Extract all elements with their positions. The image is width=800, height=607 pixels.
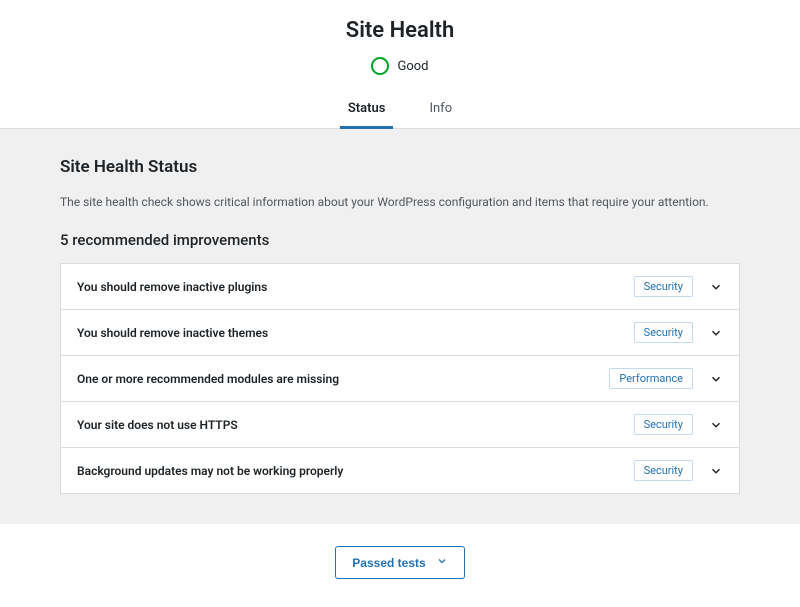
status-circle-icon — [371, 57, 389, 75]
category-badge: Security — [634, 460, 693, 481]
chevron-down-icon — [709, 280, 723, 294]
health-status-indicator: Good — [371, 57, 428, 75]
accordion-item[interactable]: You should remove inactive plugins Secur… — [61, 264, 739, 310]
chevron-down-icon — [709, 418, 723, 432]
improvements-list: You should remove inactive plugins Secur… — [60, 263, 740, 494]
section-title: Site Health Status — [60, 157, 740, 177]
section-description: The site health check shows critical inf… — [60, 195, 740, 209]
tab-info[interactable]: Info — [407, 91, 474, 128]
accordion-title: You should remove inactive themes — [77, 326, 634, 340]
footer: Passed tests — [0, 524, 800, 607]
passed-tests-button[interactable]: Passed tests — [335, 546, 464, 579]
body-area: Site Health Status The site health check… — [0, 129, 800, 524]
accordion-item[interactable]: You should remove inactive themes Securi… — [61, 310, 739, 356]
accordion-title: Background updates may not be working pr… — [77, 464, 634, 478]
tab-status[interactable]: Status — [326, 91, 408, 128]
category-badge: Security — [634, 276, 693, 297]
passed-tests-label: Passed tests — [352, 556, 425, 570]
header: Site Health Good Status Info — [0, 0, 800, 129]
chevron-down-icon — [709, 464, 723, 478]
accordion-title: Your site does not use HTTPS — [77, 418, 634, 432]
chevron-down-icon — [709, 326, 723, 340]
category-badge: Performance — [609, 368, 693, 389]
improvements-heading: 5 recommended improvements — [60, 231, 740, 249]
accordion-title: You should remove inactive plugins — [77, 280, 634, 294]
status-label: Good — [397, 59, 428, 74]
accordion-item[interactable]: Your site does not use HTTPS Security — [61, 402, 739, 448]
page-title: Site Health — [0, 18, 800, 43]
accordion-item[interactable]: Background updates may not be working pr… — [61, 448, 739, 493]
category-badge: Security — [634, 322, 693, 343]
accordion-item[interactable]: One or more recommended modules are miss… — [61, 356, 739, 402]
tabs: Status Info — [0, 91, 800, 129]
tab-label: Status — [348, 101, 386, 116]
chevron-down-icon — [709, 372, 723, 386]
chevron-down-icon — [436, 555, 448, 570]
accordion-title: One or more recommended modules are miss… — [77, 372, 609, 386]
tab-label: Info — [429, 101, 452, 116]
category-badge: Security — [634, 414, 693, 435]
